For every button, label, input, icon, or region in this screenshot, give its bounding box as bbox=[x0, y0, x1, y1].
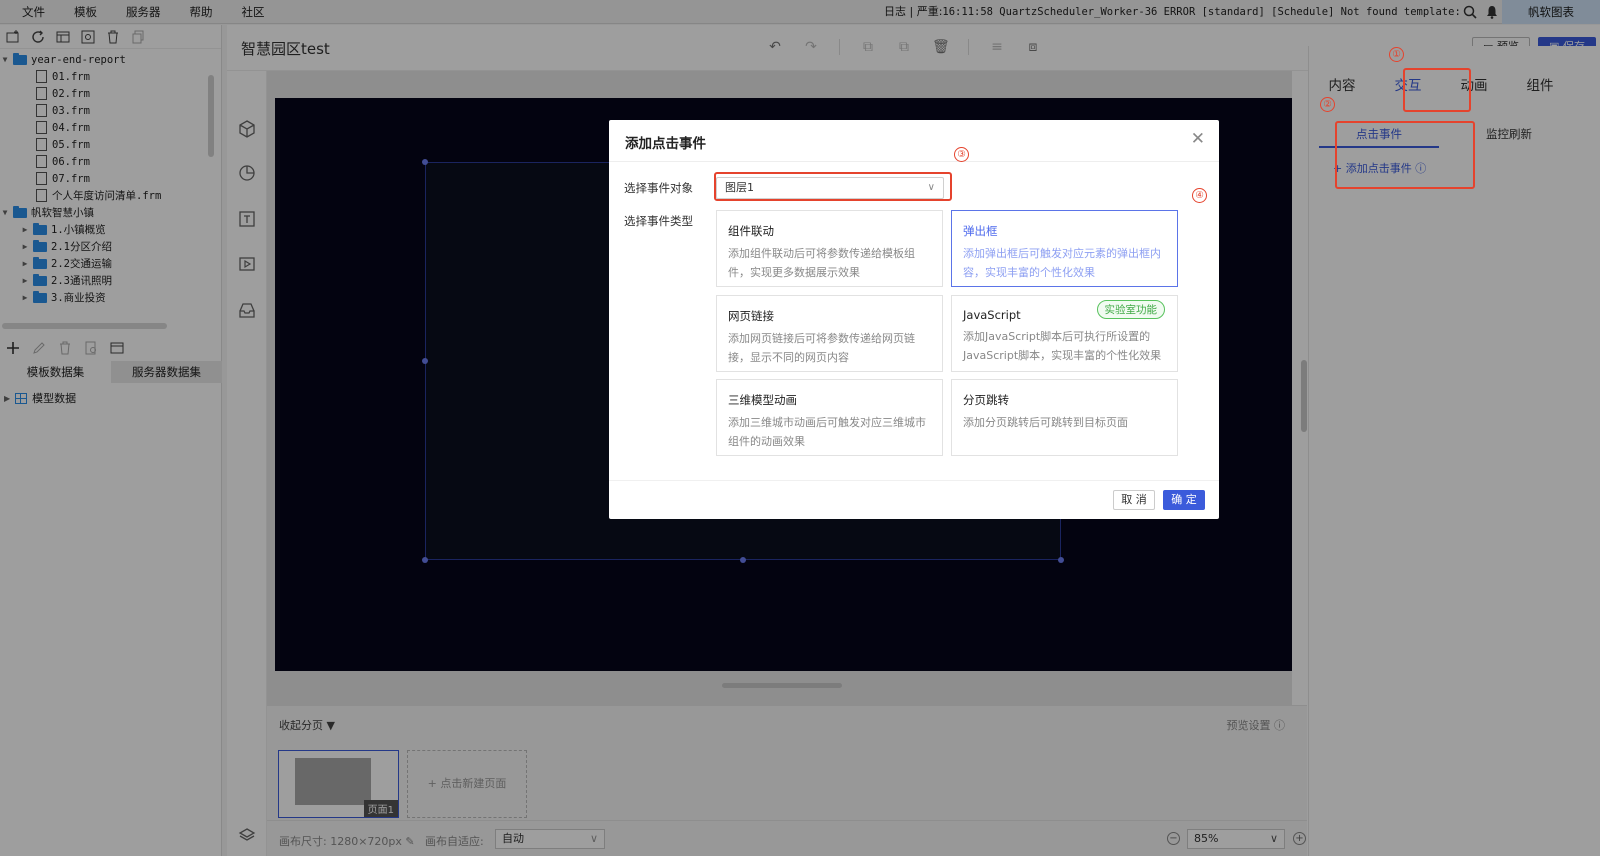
dialog-footer-divider bbox=[609, 480, 1219, 481]
annotation-step-3: ③ bbox=[954, 147, 969, 162]
close-icon[interactable]: ✕ bbox=[1191, 130, 1205, 148]
highlight-event-object bbox=[714, 172, 952, 201]
annotation-step-1: ① bbox=[1389, 47, 1404, 62]
event-card-popup[interactable]: 弹出框 添加弹出框后可触发对应元素的弹出框内容，实现丰富的个性化效果 bbox=[951, 210, 1178, 287]
annotation-step-4: ④ bbox=[1192, 188, 1207, 203]
highlight-click-event bbox=[1335, 121, 1475, 189]
highlight-interaction-tab bbox=[1403, 68, 1471, 112]
event-card-javascript[interactable]: JavaScript 添加JavaScript脚本后可执行所设置的JavaScr… bbox=[951, 295, 1178, 372]
event-card-web-link[interactable]: 网页链接 添加网页链接后可将参数传递给网页链接，显示不同的网页内容 bbox=[716, 295, 943, 372]
event-card-component-linkage[interactable]: 组件联动 添加组件联动后可将参数传递给模板组件，实现更多数据展示效果 bbox=[716, 210, 943, 287]
annotation-step-2: ② bbox=[1320, 97, 1335, 112]
lab-feature-badge: 实验室功能 bbox=[1096, 300, 1165, 319]
event-card-3d-animation[interactable]: 三维模型动画 添加三维城市动画后可触发对应三维城市组件的动画效果 bbox=[716, 379, 943, 456]
event-card-page-jump[interactable]: 分页跳转 添加分页跳转后可跳转到目标页面 bbox=[951, 379, 1178, 456]
confirm-button[interactable]: 确 定 bbox=[1163, 490, 1205, 510]
event-object-label: 选择事件对象 bbox=[624, 181, 693, 195]
dialog-divider bbox=[609, 161, 1219, 162]
cancel-button[interactable]: 取 消 bbox=[1113, 490, 1155, 510]
dialog-title: 添加点击事件 bbox=[625, 136, 706, 152]
event-type-label: 选择事件类型 bbox=[624, 214, 693, 228]
